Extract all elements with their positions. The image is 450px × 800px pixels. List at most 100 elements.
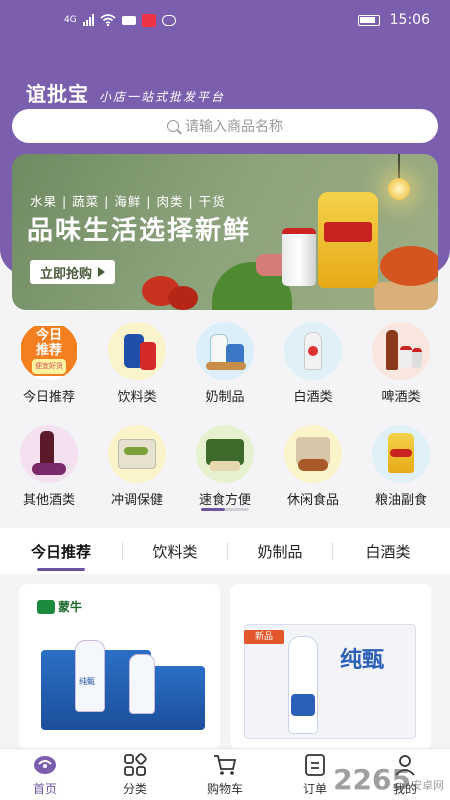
category-label: 啤酒类 — [381, 390, 421, 405]
tab-beverage[interactable]: 饮料类 — [123, 528, 227, 574]
bottle-label-image — [291, 694, 315, 716]
beverage-icon — [108, 322, 166, 380]
category-snack[interactable]: 休闲食品 — [271, 425, 355, 508]
promo-banner[interactable]: 水果 | 蔬菜 | 海鲜 | 肉类 | 干货 品味生活选择新鲜 立即抢购 — [12, 154, 438, 310]
banner-title: 品味生活选择新鲜 — [27, 216, 252, 246]
tab-dairy[interactable]: 奶制品 — [228, 528, 332, 574]
oil-label-image — [324, 222, 372, 242]
network-type: 4G — [64, 15, 77, 25]
app-screen: 4G 15:06 谊批宝 小店一站式批发平台 请输入商品名称 水果 | 蔬菜 |… — [0, 0, 450, 800]
badge-line1: 今日 — [35, 328, 62, 343]
mic-icon — [141, 13, 156, 27]
product-list: 蒙牛 纯甄 新品 纯甄 — [0, 574, 450, 749]
product-card[interactable]: 蒙牛 纯甄 — [19, 584, 220, 749]
order-icon — [305, 753, 325, 776]
buy-now-button[interactable]: 立即抢购 — [30, 260, 116, 284]
tab-today-recommend[interactable]: 今日推荐 — [0, 528, 122, 574]
mengniu-logo: 蒙牛 — [37, 598, 82, 615]
search-input[interactable]: 请输入商品名称 — [12, 109, 438, 143]
tab-baijiu[interactable]: 白酒类 — [333, 528, 443, 574]
dairy-icon — [196, 322, 254, 380]
category-tabs: 今日推荐 饮料类 奶制品 白酒类 — [0, 528, 450, 574]
category-health-drink[interactable]: 冲调保健 — [95, 425, 179, 508]
status-bar: 4G 15:06 — [0, 0, 450, 40]
snack-icon — [284, 425, 342, 483]
wechat-icon — [161, 14, 176, 26]
wine-icon — [20, 425, 78, 483]
promo-badge: 新品 — [244, 630, 284, 644]
today-badge: 今日 推荐 便宜好货 — [21, 326, 77, 376]
milk-box-text: 纯甄 — [79, 677, 95, 686]
nav-label: 购物车 — [206, 781, 243, 796]
light-bulb-image — [388, 178, 410, 200]
nav-category[interactable]: 分类 — [95, 749, 175, 800]
category-label: 粮油副食 — [374, 493, 427, 508]
grain-oil-icon — [372, 425, 430, 483]
badge-small: 便宜好货 — [32, 359, 66, 374]
brand-header: 谊批宝 小店一站式批发平台 — [26, 78, 225, 107]
video-icon — [121, 15, 136, 25]
product-brand-text: 纯甄 — [340, 648, 385, 673]
brand-name: 谊批宝 — [26, 82, 89, 106]
indicator-active — [201, 508, 225, 511]
category-label: 其他酒类 — [22, 493, 75, 508]
category-grain-oil[interactable]: 粮油副食 — [359, 425, 443, 508]
category-label: 白酒类 — [293, 390, 333, 405]
status-icons-right: 15:06 — [357, 12, 430, 28]
cart-icon — [214, 754, 237, 775]
category-beer[interactable]: 啤酒类 — [359, 322, 443, 405]
category-instant-food[interactable]: 速食方便 — [183, 425, 267, 508]
category-wine[interactable]: 其他酒类 — [7, 425, 91, 508]
tomato-image — [168, 286, 198, 310]
category-beverage[interactable]: 饮料类 — [95, 322, 179, 405]
category-label: 今日推荐 — [22, 390, 75, 405]
play-arrow-icon — [98, 267, 106, 277]
category-baijiu[interactable]: 白酒类 — [271, 322, 355, 405]
nav-cart[interactable]: 购物车 — [185, 749, 265, 800]
watermark-number: 2265 — [333, 763, 411, 796]
status-icons-left: 4G — [64, 13, 176, 27]
crab-image — [380, 246, 438, 286]
product-card[interactable]: 新品 纯甄 — [230, 584, 431, 749]
brand-logo-text: 蒙牛 — [58, 600, 83, 614]
category-label: 休闲食品 — [286, 493, 339, 508]
category-row: 今日 推荐 便宜好货 今日推荐 饮料类 奶制品 白酒类 啤酒类 — [0, 322, 450, 405]
category-label: 冲调保健 — [110, 493, 163, 508]
badge-line2: 推荐 — [35, 343, 62, 358]
lamp-cord — [398, 154, 400, 180]
today-recommend-icon: 今日 推荐 便宜好货 — [20, 322, 78, 380]
buy-now-label: 立即抢购 — [40, 266, 93, 282]
milk-bottle-image — [129, 654, 155, 714]
battery-icon — [357, 14, 380, 26]
nav-label: 分类 — [122, 781, 147, 796]
signal-icon — [82, 14, 94, 26]
nav-label: 订单 — [302, 781, 327, 796]
search-icon — [167, 120, 179, 132]
category-label: 奶制品 — [205, 390, 245, 405]
category-page-indicator — [201, 508, 249, 511]
category-grid: 今日 推荐 便宜好货 今日推荐 饮料类 奶制品 白酒类 啤酒类 其他酒类 冲调保… — [0, 322, 450, 508]
category-icon — [124, 752, 147, 776]
category-today-recommend[interactable]: 今日 推荐 便宜好货 今日推荐 — [7, 322, 91, 405]
health-drink-icon — [108, 425, 166, 483]
watermark-suffix: 安卓网 — [411, 779, 444, 792]
brand-slogan: 小店一站式批发平台 — [99, 90, 226, 104]
nav-label: 首页 — [32, 781, 57, 796]
product-bottle-image — [288, 636, 318, 734]
beer-can-image — [282, 228, 316, 286]
category-dairy[interactable]: 奶制品 — [183, 322, 267, 405]
indicator-inactive — [225, 508, 249, 511]
banner-tags: 水果 | 蔬菜 | 海鲜 | 肉类 | 干货 — [30, 194, 226, 209]
category-label: 饮料类 — [117, 390, 157, 405]
beer-icon — [372, 322, 430, 380]
category-row: 其他酒类 冲调保健 速食方便 休闲食品 粮油副食 — [0, 425, 450, 508]
status-time: 15:06 — [389, 12, 430, 28]
category-label: 速食方便 — [198, 493, 251, 508]
nav-home[interactable]: 首页 — [5, 749, 85, 800]
baijiu-icon — [284, 322, 342, 380]
site-watermark: 2265安卓网 — [333, 763, 444, 796]
home-icon — [34, 755, 56, 774]
instant-food-icon — [196, 425, 254, 483]
steamer-image — [374, 282, 438, 310]
search-placeholder: 请输入商品名称 — [185, 119, 283, 135]
